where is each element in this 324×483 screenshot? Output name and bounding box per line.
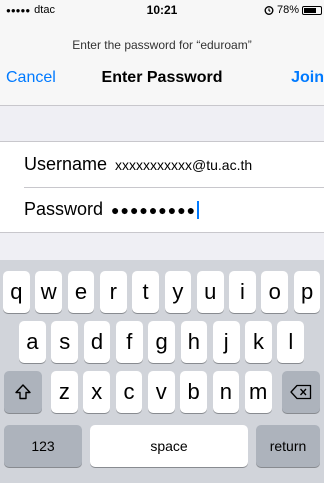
key-g[interactable]: g bbox=[148, 321, 175, 363]
key-z[interactable]: z bbox=[51, 371, 78, 413]
delete-icon bbox=[290, 384, 312, 400]
password-field[interactable]: ●●●●●●●●● bbox=[111, 202, 196, 218]
key-n[interactable]: n bbox=[212, 371, 240, 413]
alarm-icon bbox=[264, 5, 274, 15]
key-p[interactable]: p bbox=[293, 271, 321, 313]
delete-key[interactable] bbox=[282, 371, 320, 413]
battery-fill bbox=[304, 7, 317, 13]
key-b[interactable]: b bbox=[180, 371, 207, 413]
key-s[interactable]: s bbox=[51, 321, 79, 363]
key-x[interactable]: x bbox=[83, 371, 111, 413]
key-a[interactable]: a bbox=[19, 321, 46, 363]
key-k[interactable]: k bbox=[245, 321, 272, 363]
keyboard: qwertyuiop asdfghjkl zxcvbnm 123 space r… bbox=[0, 260, 324, 483]
key-t[interactable]: t bbox=[132, 271, 159, 313]
password-row[interactable]: Password ●●●●●●●●● bbox=[24, 187, 324, 232]
key-v[interactable]: v bbox=[147, 371, 175, 413]
numbers-key[interactable]: 123 bbox=[4, 425, 82, 467]
page-title: Enter Password bbox=[101, 69, 223, 86]
text-cursor bbox=[197, 200, 200, 219]
shift-icon bbox=[14, 383, 32, 401]
nav-bar bbox=[0, 20, 324, 106]
key-w[interactable]: w bbox=[35, 271, 63, 313]
join-button[interactable]: Join bbox=[291, 69, 324, 87]
key-r[interactable]: r bbox=[99, 271, 127, 313]
key-j[interactable]: j bbox=[212, 321, 240, 363]
key-u[interactable]: u bbox=[196, 271, 224, 313]
key-o[interactable]: o bbox=[261, 271, 289, 313]
section-gap bbox=[0, 106, 324, 142]
key-h[interactable]: h bbox=[180, 321, 208, 363]
username-label: Username bbox=[24, 154, 108, 174]
key-e[interactable]: e bbox=[67, 271, 95, 313]
space-key[interactable]: space bbox=[90, 425, 248, 467]
battery-percent: 78% bbox=[276, 4, 299, 16]
key-f[interactable]: f bbox=[115, 321, 143, 363]
key-l[interactable]: l bbox=[277, 321, 305, 363]
key-i[interactable]: i bbox=[229, 271, 256, 313]
key-q[interactable]: q bbox=[3, 271, 30, 313]
battery-info: 78% bbox=[264, 4, 322, 16]
key-d[interactable]: d bbox=[83, 321, 111, 363]
status-bar: ●●●●● dtac 10:21 78% bbox=[0, 0, 324, 20]
shift-key[interactable] bbox=[4, 371, 42, 413]
key-c[interactable]: c bbox=[115, 371, 143, 413]
return-key[interactable]: return bbox=[256, 425, 320, 467]
key-y[interactable]: y bbox=[164, 271, 192, 313]
key-m[interactable]: m bbox=[244, 371, 272, 413]
section-gap bbox=[0, 232, 324, 260]
password-label: Password bbox=[24, 199, 104, 219]
username-row[interactable]: Username xxxxxxxxxxx@tu.ac.th bbox=[24, 142, 324, 188]
credentials-form: Username xxxxxxxxxxx@tu.ac.th Password ●… bbox=[0, 142, 324, 232]
battery-icon bbox=[302, 5, 322, 15]
username-field[interactable]: xxxxxxxxxxx@tu.ac.th bbox=[115, 157, 252, 173]
password-prompt: Enter the password for “eduroam” bbox=[72, 38, 252, 52]
